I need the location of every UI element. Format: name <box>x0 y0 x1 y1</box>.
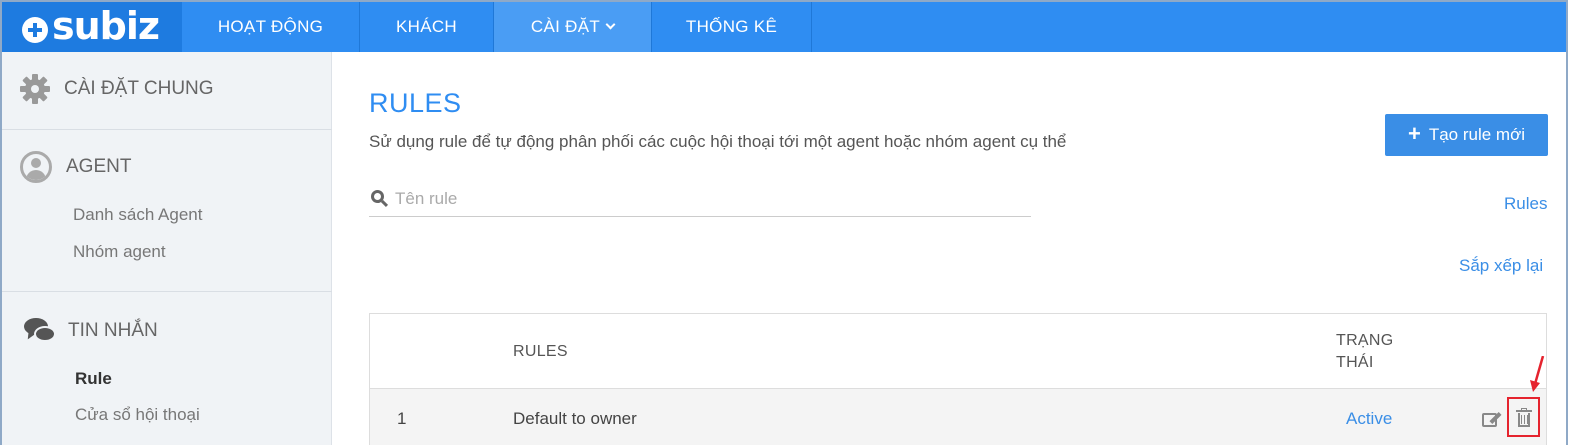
nav-item-settings[interactable]: CÀI ĐẶT <box>494 2 652 52</box>
nav-item-label: HOẠT ĐỘNG <box>217 17 324 36</box>
status-badge[interactable]: Active <box>1346 409 1392 429</box>
chat-icon <box>24 316 58 346</box>
nav-item-statistics[interactable]: THỐNG KÊ <box>652 2 812 52</box>
nav-item-label: CÀI ĐẶT <box>530 17 601 36</box>
row-index: 1 <box>397 409 407 428</box>
sidebar-section-messages: TIN NHẮN Rule Cửa sổ hội thoại <box>2 292 332 445</box>
gear-icon <box>20 74 50 104</box>
rule-name[interactable]: Default to owner <box>513 409 637 429</box>
column-header-rules: RULES <box>513 343 568 360</box>
chevron-down-icon <box>605 19 616 30</box>
table-header: RULES TRẠNG THÁI <box>370 314 1546 389</box>
delete-button[interactable] <box>1507 397 1540 437</box>
sidebar-section-general: CÀI ĐẶT CHUNG <box>2 52 332 130</box>
sidebar-heading-label: AGENT <box>66 156 132 177</box>
plus-icon: + <box>1407 121 1421 146</box>
column-header-status-line1: TRẠNG <box>1336 332 1394 349</box>
main-content: RULES Sử dụng rule để tự động phân phối … <box>333 52 1566 445</box>
search-icon <box>371 190 389 208</box>
logo[interactable]: subiz <box>2 2 182 52</box>
edit-icon[interactable] <box>1482 410 1502 428</box>
rules-table: RULES TRẠNG THÁI 1 Default to owner Acti… <box>369 313 1547 445</box>
sidebar: CÀI ĐẶT CHUNG AGENT Danh sách Agent Nhóm… <box>2 52 332 445</box>
red-arrow-icon <box>1530 356 1545 392</box>
sidebar-heading-label: CÀI ĐẶT CHUNG <box>64 78 214 99</box>
sidebar-item-rule[interactable]: Rule <box>75 369 112 389</box>
nav-item-activity[interactable]: HOẠT ĐỘNG <box>182 2 360 52</box>
sidebar-item-agent-list[interactable]: Danh sách Agent <box>73 205 202 225</box>
search-input[interactable] <box>395 189 995 209</box>
nav-item-label: THỐNG KÊ <box>685 17 778 36</box>
top-navbar: subiz HOẠT ĐỘNG KHÁCH CÀI ĐẶT THỐNG KÊ <box>2 2 1566 52</box>
search-box <box>369 182 1031 217</box>
page-description: Sử dụng rule để tự động phân phối các cu… <box>369 132 1067 151</box>
create-rule-button[interactable]: + Tạo rule mới <box>1385 114 1548 156</box>
page-title: RULES <box>369 88 462 118</box>
sidebar-item-agent-groups[interactable]: Nhóm agent <box>73 242 166 262</box>
table-row[interactable]: 1 Default to owner Active <box>370 389 1546 445</box>
sidebar-section-agent: AGENT Danh sách Agent Nhóm agent <box>2 130 332 292</box>
sidebar-heading-agent[interactable]: AGENT <box>20 151 131 183</box>
trash-icon <box>1516 408 1532 427</box>
logo-text: subiz <box>52 4 160 48</box>
sidebar-item-chat-window[interactable]: Cửa sổ hội thoại <box>75 405 200 425</box>
sidebar-heading-messages[interactable]: TIN NHẮN <box>24 316 158 346</box>
app-frame: subiz HOẠT ĐỘNG KHÁCH CÀI ĐẶT THỐNG KÊ C… <box>0 0 1568 445</box>
sidebar-heading-label: TIN NHẮN <box>68 320 158 341</box>
nav-item-customers[interactable]: KHÁCH <box>360 2 494 52</box>
logo-plus-icon <box>22 14 56 43</box>
rules-link[interactable]: Rules <box>1504 194 1547 214</box>
sidebar-item-general-settings[interactable]: CÀI ĐẶT CHUNG <box>20 74 214 104</box>
column-header-status-line2: THÁI <box>1336 354 1374 371</box>
user-icon <box>20 151 52 183</box>
create-rule-label: Tạo rule mới <box>1428 125 1526 144</box>
sort-link[interactable]: Sắp xếp lại <box>1459 256 1543 276</box>
nav-item-label: KHÁCH <box>395 17 457 36</box>
